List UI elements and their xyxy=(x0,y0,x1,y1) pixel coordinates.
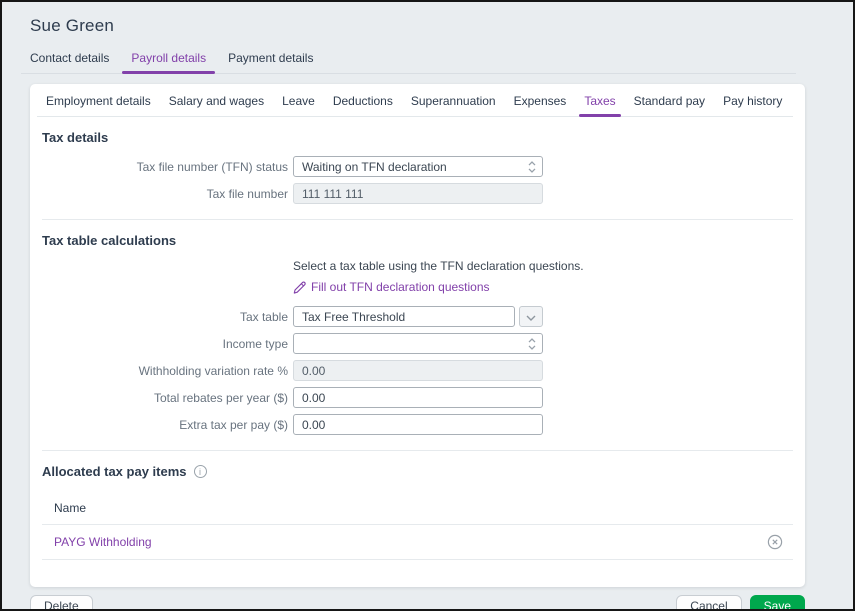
remove-item-button[interactable] xyxy=(763,533,787,551)
tax-table-calculations-heading: Tax table calculations xyxy=(42,233,793,248)
income-type-label: Income type xyxy=(42,337,288,351)
total-rebates-row: Total rebates per year ($) xyxy=(42,387,793,408)
tax-table-helper-text: Select a tax table using the TFN declara… xyxy=(293,259,793,273)
subtab-pay-history[interactable]: Pay history xyxy=(714,94,791,116)
pencil-icon xyxy=(293,281,306,294)
withholding-variation-control xyxy=(293,360,543,381)
delete-button[interactable]: Delete xyxy=(30,595,93,611)
payroll-sub-tab-bar: Employment details Salary and wages Leav… xyxy=(37,94,793,117)
withholding-variation-row: Withholding variation rate % xyxy=(42,360,793,381)
fill-out-tfn-declaration-link[interactable]: Fill out TFN declaration questions xyxy=(293,280,793,294)
subtab-salary-and-wages[interactable]: Salary and wages xyxy=(160,94,273,116)
select-spinner-icon xyxy=(528,160,536,173)
section-divider xyxy=(42,219,793,220)
page-title: Sue Green xyxy=(30,16,829,36)
employee-page: Sue Green Contact details Payroll detail… xyxy=(2,2,853,611)
subtab-taxes[interactable]: Taxes xyxy=(575,94,624,116)
table-row: PAYG Withholding xyxy=(42,525,793,560)
payg-withholding-link[interactable]: PAYG Withholding xyxy=(54,535,152,549)
tab-contact-details[interactable]: Contact details xyxy=(21,51,118,73)
subtab-employment-details[interactable]: Employment details xyxy=(37,94,160,116)
allocated-tax-pay-items-title: Allocated tax pay items xyxy=(42,464,187,479)
tax-table-combobox: Tax Free Threshold xyxy=(293,306,543,327)
extra-tax-label: Extra tax per pay ($) xyxy=(42,418,288,432)
main-tab-bar: Contact details Payroll details Payment … xyxy=(21,51,796,74)
tfn-number-label: Tax file number xyxy=(42,187,288,201)
tfn-status-select[interactable]: Waiting on TFN declaration xyxy=(293,156,543,177)
total-rebates-field[interactable] xyxy=(293,387,543,408)
column-header-name: Name xyxy=(42,495,793,525)
tfn-number-control xyxy=(293,183,543,204)
total-rebates-label: Total rebates per year ($) xyxy=(42,391,288,405)
save-button[interactable]: Save xyxy=(750,595,805,611)
tax-table-value: Tax Free Threshold xyxy=(302,310,405,324)
footer-action-bar: Delete Cancel Save xyxy=(30,595,805,611)
allocated-items-table: Name PAYG Withholding xyxy=(42,495,793,560)
fill-out-tfn-declaration-label: Fill out TFN declaration questions xyxy=(311,280,490,294)
tab-payroll-details[interactable]: Payroll details xyxy=(122,51,215,73)
income-type-select[interactable] xyxy=(293,333,543,354)
tfn-status-row: Tax file number (TFN) status Waiting on … xyxy=(42,156,793,177)
subtab-deductions[interactable]: Deductions xyxy=(324,94,402,116)
allocated-tax-pay-items-heading: Allocated tax pay items i xyxy=(42,464,793,479)
tfn-status-value: Waiting on TFN declaration xyxy=(302,160,447,174)
tax-table-dropdown-button[interactable] xyxy=(519,306,543,327)
income-type-row: Income type xyxy=(42,333,793,354)
tax-details-heading: Tax details xyxy=(42,130,793,145)
select-spinner-icon xyxy=(528,337,536,350)
chevron-down-icon xyxy=(526,308,536,326)
withholding-variation-field xyxy=(293,360,543,381)
tab-payment-details[interactable]: Payment details xyxy=(219,51,322,73)
extra-tax-row: Extra tax per pay ($) xyxy=(42,414,793,435)
tax-table-input[interactable]: Tax Free Threshold xyxy=(293,306,515,327)
tfn-number-field xyxy=(293,183,543,204)
tax-table-row: Tax table Tax Free Threshold xyxy=(42,306,793,327)
subtab-expenses[interactable]: Expenses xyxy=(505,94,576,116)
info-icon[interactable]: i xyxy=(194,465,207,478)
total-rebates-control xyxy=(293,387,543,408)
payroll-details-card: Employment details Salary and wages Leav… xyxy=(30,84,805,587)
extra-tax-control xyxy=(293,414,543,435)
tfn-number-row: Tax file number xyxy=(42,183,793,204)
tfn-status-label: Tax file number (TFN) status xyxy=(42,160,288,174)
app-window: Sue Green Contact details Payroll detail… xyxy=(0,0,855,611)
tax-table-label: Tax table xyxy=(42,310,288,324)
section-divider xyxy=(42,450,793,451)
subtab-leave[interactable]: Leave xyxy=(273,94,324,116)
extra-tax-field[interactable] xyxy=(293,414,543,435)
subtab-superannuation[interactable]: Superannuation xyxy=(402,94,505,116)
withholding-variation-label: Withholding variation rate % xyxy=(42,364,288,378)
cancel-button[interactable]: Cancel xyxy=(676,595,741,611)
income-type-control xyxy=(293,333,543,354)
tfn-status-control: Waiting on TFN declaration xyxy=(293,156,543,177)
subtab-standard-pay[interactable]: Standard pay xyxy=(625,94,714,116)
card-bottom-padding xyxy=(42,560,793,587)
